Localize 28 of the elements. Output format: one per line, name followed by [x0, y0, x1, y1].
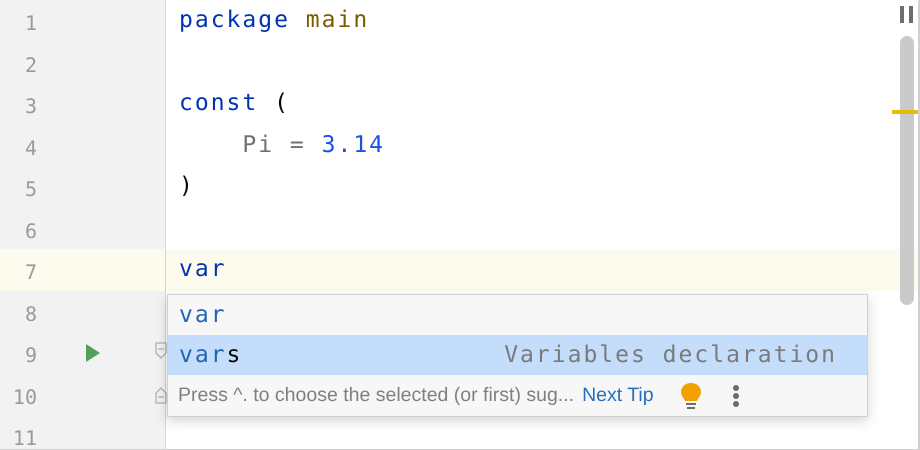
line-number: 3: [24, 93, 37, 120]
fold-icon[interactable]: [155, 386, 167, 404]
inspection-pause-icon[interactable]: [900, 6, 914, 23]
line-number: 6: [24, 218, 37, 244]
run-icon[interactable]: [86, 344, 100, 362]
line-number: 11: [12, 425, 37, 449]
hint-text: Press ^. to choose the selected (or first) sug...: [178, 382, 574, 408]
line-number: 9: [24, 342, 37, 369]
line-number: 4: [24, 134, 37, 162]
next-tip-link[interactable]: Next Tip: [582, 380, 654, 410]
lightbulb-icon[interactable]: [680, 382, 702, 410]
code-line: Pi = 3.14: [241, 130, 386, 160]
line-number: 2: [24, 52, 37, 78]
code-line: var: [179, 255, 227, 284]
code-line: const (: [179, 89, 290, 118]
warning-marker[interactable]: [892, 110, 918, 114]
line-number: 8: [24, 300, 37, 328]
code-line: ): [179, 172, 195, 201]
line-number: 5: [24, 176, 37, 203]
completion-item[interactable]: var: [168, 295, 867, 335]
line-number: 10: [12, 384, 37, 410]
scrollbar-thumb[interactable]: [900, 36, 914, 305]
line-number: 7: [24, 259, 37, 286]
line-number: 1: [24, 10, 37, 37]
completion-item[interactable]: vars Variables declaration: [168, 335, 867, 375]
more-options-icon[interactable]: [732, 384, 740, 408]
code-line: package main: [179, 6, 370, 35]
fold-icon[interactable]: [155, 342, 167, 360]
